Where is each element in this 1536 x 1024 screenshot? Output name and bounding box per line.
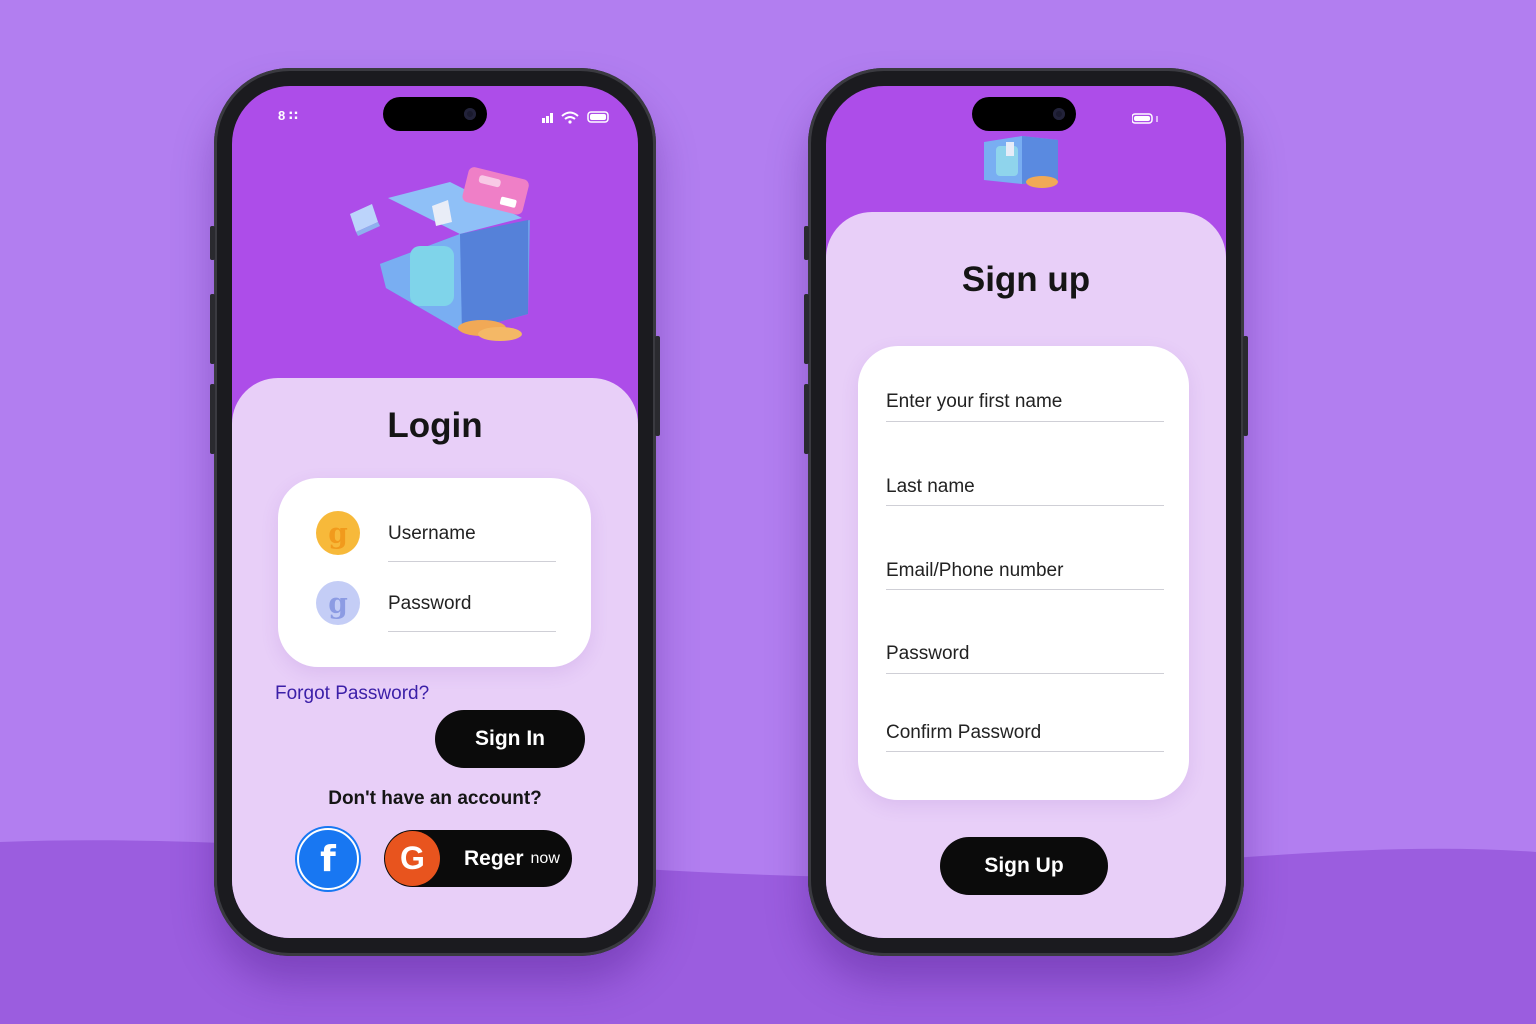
last-name-underline: [886, 505, 1164, 506]
login-phone: 8 ∷ Login g Username g Password Forgot P…: [210, 68, 660, 956]
register-label: Reger: [464, 846, 524, 870]
volume-down-button: [804, 384, 809, 454]
battery-icon: [1132, 113, 1158, 124]
signup-card: Enter your first name Last name Email/Ph…: [858, 346, 1189, 800]
username-input[interactable]: Username: [388, 523, 476, 545]
password-input[interactable]: Password: [388, 593, 471, 615]
login-card: g Username g Password: [278, 478, 591, 667]
google-icon: G: [385, 831, 440, 886]
signal-icon: [542, 118, 545, 123]
email-phone-underline: [886, 589, 1164, 590]
dynamic-island: [383, 97, 487, 131]
sign-up-button[interactable]: Sign Up: [940, 837, 1108, 895]
google-glyph: G: [400, 840, 425, 876]
action-button: [210, 226, 215, 260]
power-button: [1243, 336, 1248, 436]
login-sheet: Login g Username g Password Forgot Passw…: [232, 378, 638, 938]
lock-avatar-icon: g: [316, 581, 360, 625]
page-title: Sign up: [961, 260, 1091, 299]
signup-screen: Sign up Enter your first name Last name …: [826, 86, 1226, 938]
box-illustration-icon: [984, 136, 1058, 188]
facebook-login-button[interactable]: f: [297, 828, 359, 890]
camera-icon: [1053, 108, 1065, 120]
register-now-button[interactable]: G Reger now: [384, 830, 572, 887]
box-illustration-icon: [350, 167, 530, 341]
signup-sheet: Sign up Enter your first name Last name …: [826, 212, 1226, 938]
forgot-password-link[interactable]: Forgot Password?: [275, 683, 429, 705]
volume-down-button: [210, 384, 215, 454]
action-button: [804, 226, 809, 260]
wifi-icon: [561, 111, 579, 120]
first-name-underline: [886, 421, 1164, 422]
register-suffix: now: [530, 849, 560, 867]
sign-in-button[interactable]: Sign In: [435, 710, 585, 768]
password-underline: [388, 631, 556, 632]
first-name-input[interactable]: Enter your first name: [886, 391, 1062, 413]
page-title: Login: [387, 406, 483, 445]
password-input[interactable]: Password: [886, 643, 969, 665]
status-time: 8 ∷: [278, 108, 298, 123]
confirm-password-underline: [886, 751, 1164, 752]
signup-phone: Sign up Enter your first name Last name …: [804, 68, 1248, 956]
confirm-password-input[interactable]: Confirm Password: [886, 722, 1041, 744]
username-underline: [388, 561, 556, 562]
dynamic-island: [972, 97, 1076, 131]
power-button: [655, 336, 660, 436]
no-account-text: Don't have an account?: [328, 788, 542, 809]
password-underline: [886, 673, 1164, 674]
last-name-input[interactable]: Last name: [886, 476, 975, 498]
login-screen: 8 ∷ Login g Username g Password Forgot P…: [232, 86, 638, 938]
volume-up-button: [804, 294, 809, 364]
status-icons: [542, 111, 609, 124]
volume-up-button: [210, 294, 215, 364]
email-phone-input[interactable]: Email/Phone number: [886, 560, 1063, 582]
facebook-icon: f: [320, 838, 336, 880]
user-avatar-icon: g: [316, 511, 360, 555]
camera-icon: [464, 108, 476, 120]
